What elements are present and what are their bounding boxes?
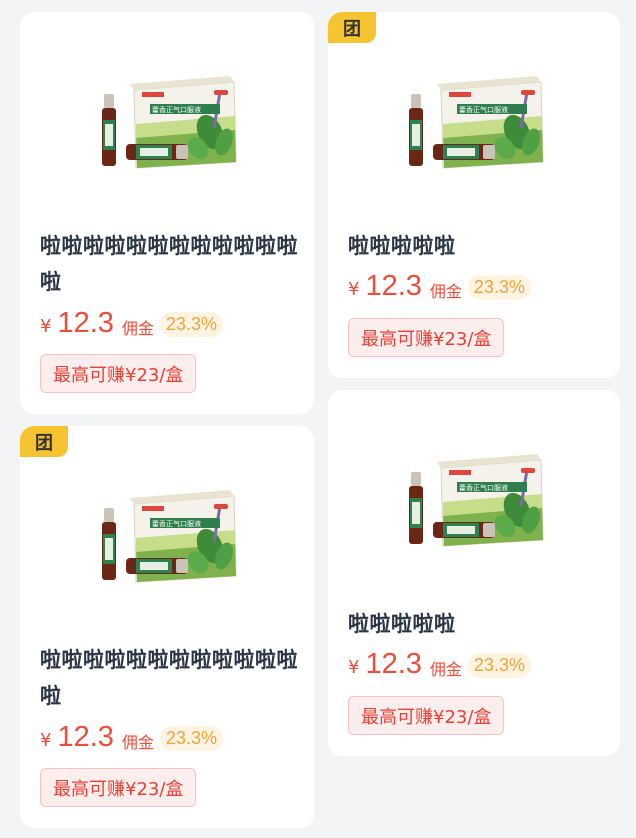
currency-symbol: ¥ [40, 315, 52, 337]
product-image: 藿香正气口服液 [102, 76, 237, 169]
product-image: 藿香正气口服液 [102, 490, 237, 583]
commission-label: 佣金 [429, 660, 462, 679]
price: 12.3 [57, 306, 114, 339]
product-card[interactable]: 藿香正气口服液 啦啦啦啦啦 ¥ 12.3 佣金 23.3% 最高可赚¥23/盒 [328, 390, 620, 756]
product-card[interactable]: 团 藿香正气口服液 啦啦啦啦啦 ¥ 12.3 佣金 23.3% 最高可赚¥23/… [328, 12, 620, 378]
commission-rate: 23.3% [159, 725, 223, 751]
price: 12.3 [365, 269, 422, 302]
product-image: 藿香正气口服液 [409, 454, 544, 547]
product-title: 啦啦啦啦啦啦啦啦啦啦啦啦啦 [40, 234, 298, 294]
commission-label: 佣金 [429, 282, 462, 301]
currency-symbol: ¥ [40, 729, 52, 751]
commission-label: 佣金 [121, 733, 154, 752]
product-image: 藿香正气口服液 [409, 76, 544, 169]
group-buy-badge: 团 [328, 12, 376, 43]
commission-label: 佣金 [121, 319, 154, 338]
product-card[interactable]: 藿香正气口服液 啦啦啦啦啦啦啦啦啦啦啦啦啦 ¥ 12.3 佣金 23.3% 最高… [20, 12, 314, 414]
currency-symbol: ¥ [348, 278, 360, 300]
product-card[interactable]: 团 藿香正气口服液 啦啦啦啦啦啦啦啦啦啦啦啦啦 ¥ 12.3 佣金 23.3% [20, 426, 314, 828]
svg-text:藿香正气口服液: 藿香正气口服液 [459, 483, 508, 492]
commission-rate: 23.3% [159, 311, 223, 337]
currency-symbol: ¥ [348, 656, 360, 678]
price-row: ¥ 12.3 佣金 23.3% [348, 647, 531, 681]
max-earn-button[interactable]: 最高可赚¥23/盒 [40, 354, 197, 393]
product-image-wrap: 藿香正气口服液 [328, 52, 620, 202]
group-buy-badge: 团 [20, 426, 68, 457]
product-title: 啦啦啦啦啦啦啦啦啦啦啦啦啦 [40, 648, 298, 708]
max-earn-button[interactable]: 最高可赚¥23/盒 [348, 318, 505, 357]
max-earn-button[interactable]: 最高可赚¥23/盒 [40, 768, 197, 807]
price: 12.3 [365, 647, 422, 680]
max-earn-button[interactable]: 最高可赚¥23/盒 [348, 696, 505, 735]
product-title: 啦啦啦啦啦 [348, 612, 456, 636]
commission-rate: 23.3% [467, 652, 531, 678]
commission-rate: 23.3% [467, 274, 531, 300]
svg-text:藿香正气口服液: 藿香正气口服液 [152, 519, 201, 528]
price: 12.3 [57, 720, 114, 753]
product-image-wrap: 藿香正气口服液 [20, 52, 314, 202]
svg-text:藿香正气口服液: 藿香正气口服液 [459, 105, 508, 114]
price-row: ¥ 12.3 佣金 23.3% [40, 306, 223, 340]
product-title: 啦啦啦啦啦 [348, 234, 456, 258]
svg-text:藿香正气口服液: 藿香正气口服液 [152, 105, 201, 114]
product-image-wrap: 藿香正气口服液 [20, 466, 314, 616]
price-row: ¥ 12.3 佣金 23.3% [348, 269, 531, 303]
product-image-wrap: 藿香正气口服液 [328, 430, 620, 580]
price-row: ¥ 12.3 佣金 23.3% [40, 720, 223, 754]
